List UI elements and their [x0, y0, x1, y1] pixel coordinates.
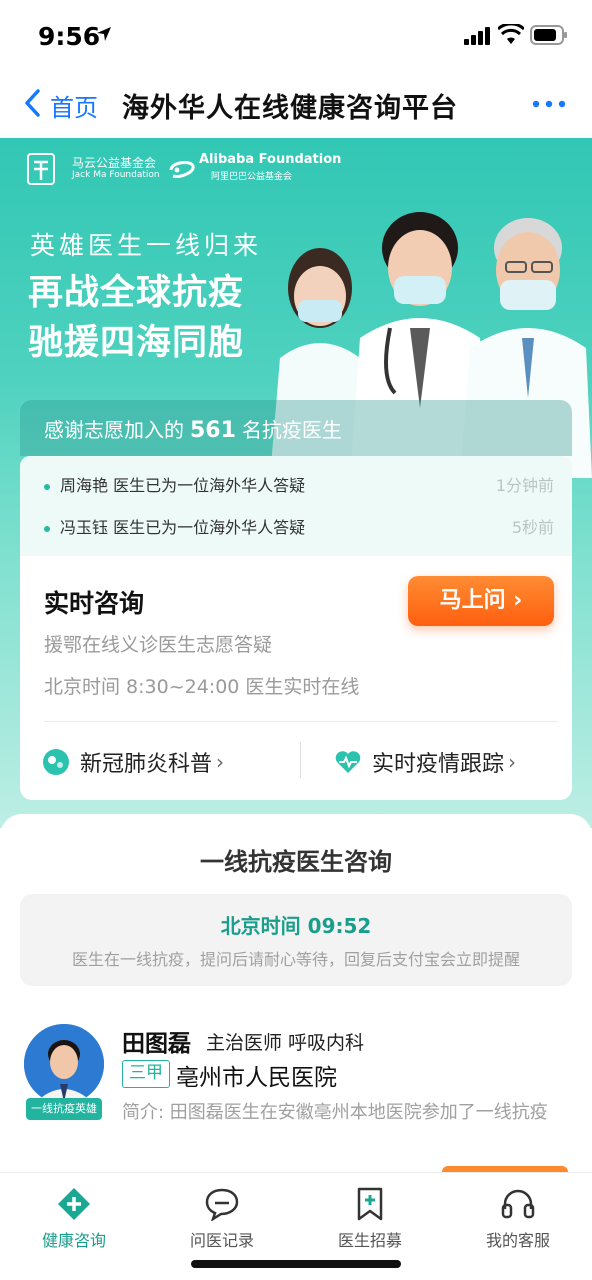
epidemic-tracking-link[interactable]: 实时疫情跟踪 ›	[334, 742, 516, 782]
tab-doctor-recruit[interactable]: 医生招募	[310, 1187, 430, 1251]
consult-hours: 北京时间 8:30~24:00 医生实时在线	[44, 676, 360, 698]
back-chevron-icon[interactable]	[22, 88, 42, 118]
tab-label: 医生招募	[337, 1231, 402, 1250]
covid-science-link[interactable]: 新冠肺炎科普 ›	[42, 742, 224, 782]
back-button[interactable]: 首页	[50, 88, 98, 123]
heart-pulse-icon	[335, 751, 361, 773]
page: 9:56 首页 海外华人在线健康咨询平台 马云公益基金会 Jack Ma Fou…	[0, 0, 592, 1280]
tab-label: 问医记录	[189, 1231, 254, 1250]
doctor-portrait	[24, 1024, 104, 1104]
avatar[interactable]	[24, 1024, 104, 1104]
realtime-consult-card: 实时咨询 马上问 › 援鄂在线义诊医生志愿答疑 北京时间 8:30~24:00 …	[20, 556, 572, 800]
ticker-text: 周海艳 医生已为一位海外华人答疑	[60, 476, 306, 495]
jack-ma-foundation-cn: 马云公益基金会	[72, 156, 157, 170]
ticker-time: 1分钟前	[495, 476, 554, 495]
ticker-item: 周海艳 医生已为一位海外华人答疑 1分钟前	[44, 472, 554, 502]
volunteer-prefix: 感谢志愿加入的	[44, 418, 184, 442]
hero-banner: 马云公益基金会 Jack Ma Foundation Alibaba Found…	[0, 138, 592, 828]
chat-record-icon	[205, 1188, 239, 1221]
alibaba-foundation-en: Alibaba Foundation	[199, 152, 342, 167]
consult-title: 实时咨询	[44, 589, 145, 618]
home-indicator	[191, 1260, 401, 1268]
hero-headline-2: 驰援四海同胞	[28, 323, 245, 363]
section-title: 一线抗疫医生咨询	[200, 848, 392, 876]
chevron-right-icon: ›	[216, 750, 225, 774]
bullet-dot-icon	[44, 525, 50, 532]
clock: 9:56	[38, 22, 101, 51]
tab-customer-service[interactable]: 我的客服	[458, 1187, 578, 1251]
tab-label: 我的客服	[485, 1231, 550, 1250]
doctor-intro: 简介: 田图磊医生在安徽亳州本地医院参加了一线抗疫	[122, 1102, 548, 1123]
hospital-grade-tag: 三甲	[122, 1060, 170, 1088]
volunteer-count-banner: 感谢志愿加入的 561 名抗疫医生	[20, 400, 572, 456]
virus-icon	[43, 749, 69, 775]
tab-consult-records[interactable]: 问医记录	[162, 1187, 282, 1251]
doctor-name: 田图磊	[122, 1031, 191, 1057]
battery-icon	[530, 25, 567, 45]
health-consult-icon	[58, 1188, 90, 1220]
bullet-dot-icon	[44, 483, 50, 490]
location-arrow-icon	[97, 27, 111, 41]
answer-ticker: 周海艳 医生已为一位海外华人答疑 1分钟前 冯玉钰 医生已为一位海外华人答疑 5…	[20, 456, 572, 556]
doctor-title: 主治医师 呼吸内科	[206, 1032, 365, 1054]
status-bar: 9:56	[0, 0, 592, 70]
wifi-icon	[498, 24, 524, 44]
ticker-item: 冯玉钰 医生已为一位海外华人答疑 5秒前	[44, 514, 554, 544]
divider	[44, 721, 558, 722]
divider	[300, 742, 301, 778]
page-title: 海外华人在线健康咨询平台	[122, 93, 458, 124]
ticker-time: 5秒前	[511, 518, 554, 537]
volunteer-count: 561	[190, 418, 236, 443]
ask-now-button[interactable]: 马上问 ›	[408, 576, 554, 626]
tab-label: 健康咨询	[41, 1231, 106, 1250]
hospital-name: 亳州市人民医院	[176, 1065, 337, 1091]
hero-subtitle: 英雄医生一线归来	[30, 231, 263, 260]
doctor-consult-section: 一线抗疫医生咨询 北京时间 09:52 医生在一线抗疫，提问后请耐心等待，回复后…	[0, 814, 592, 1176]
notice-message: 医生在一线抗疫，提问后请耐心等待，回复后支付宝会立即提醒	[71, 950, 520, 969]
headset-icon	[501, 1189, 535, 1219]
notice-box: 北京时间 09:52 医生在一线抗疫，提问后请耐心等待，回复后支付宝会立即提醒	[20, 894, 572, 986]
hero-doctor-badge: 一线抗疫英雄	[26, 1098, 102, 1120]
jack-ma-foundation-logo	[27, 153, 55, 185]
beijing-time: 北京时间 09:52	[220, 914, 372, 938]
nav-bar: 首页 海外华人在线健康咨询平台	[0, 70, 592, 138]
consult-desc: 援鄂在线义诊医生志愿答疑	[44, 634, 273, 656]
hero-headline-1: 再战全球抗疫	[28, 273, 245, 313]
covid-science-label: 新冠肺炎科普	[80, 752, 213, 777]
recruit-bookmark-icon	[357, 1187, 383, 1221]
volunteer-count-text: 感谢志愿加入的 561 名抗疫医生	[44, 414, 342, 443]
alibaba-logo-icon	[169, 161, 195, 178]
volunteer-suffix: 名抗疫医生	[241, 418, 342, 442]
ticker-text: 冯玉钰 医生已为一位海外华人答疑	[60, 518, 306, 537]
chevron-right-icon: ›	[508, 750, 517, 774]
jack-ma-foundation-en: Jack Ma Foundation	[72, 170, 160, 180]
tab-health-consult[interactable]: 健康咨询	[14, 1187, 134, 1251]
more-options-icon[interactable]	[532, 100, 566, 108]
signal-icon	[464, 27, 490, 45]
epidemic-tracking-label: 实时疫情跟踪	[372, 752, 505, 777]
